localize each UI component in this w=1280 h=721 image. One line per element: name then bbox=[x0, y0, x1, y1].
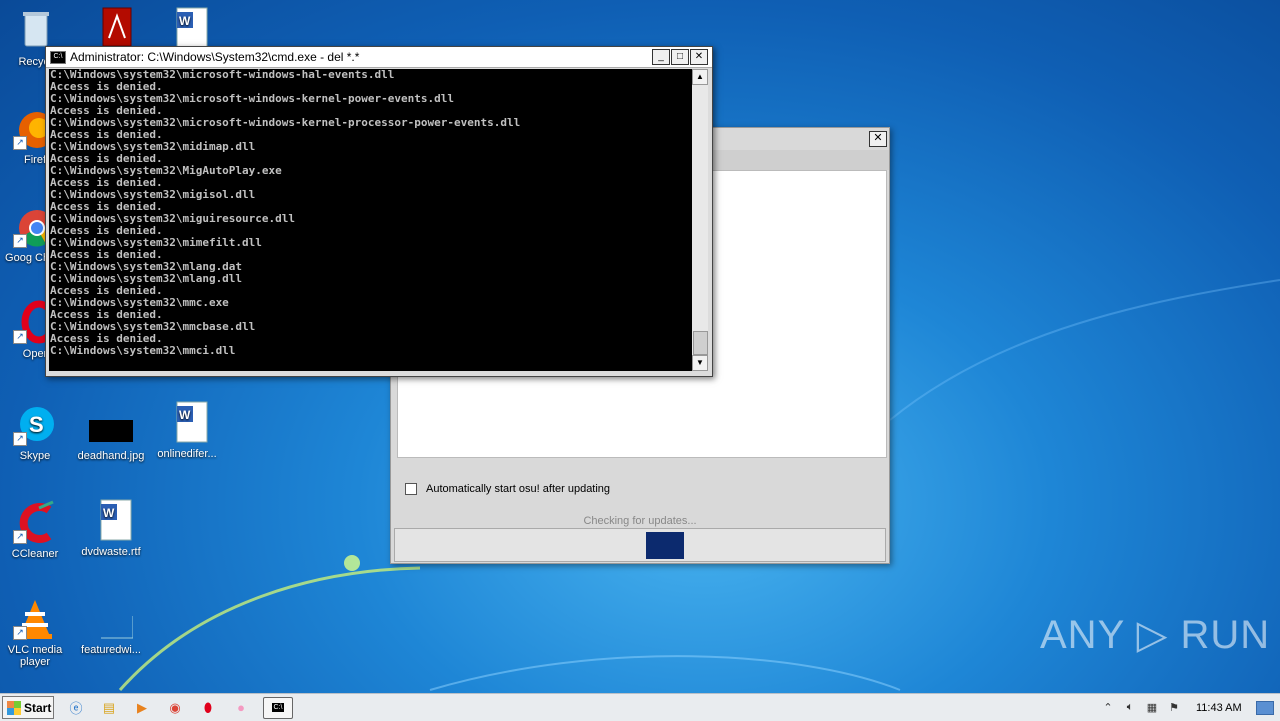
svg-text:W: W bbox=[179, 14, 191, 28]
start-button[interactable]: Start bbox=[2, 696, 54, 719]
svg-text:S: S bbox=[29, 412, 44, 437]
anyrun-watermark: ANY ▷ RUN bbox=[1040, 613, 1271, 657]
show-desktop-icon[interactable] bbox=[1256, 700, 1274, 715]
auto-start-option[interactable]: Automatically start osu! after updating bbox=[405, 483, 610, 495]
update-progress-bar bbox=[394, 528, 886, 562]
updater-close-button[interactable]: ✕ bbox=[869, 131, 887, 147]
taskbar-osu-icon[interactable]: ● bbox=[230, 698, 252, 718]
taskbar: Start ⓔ ▤ ▶ ◉ ⬮ ● C:\ ⌃ 🔈︎ ▦ ⚑ 11:43 AM bbox=[0, 693, 1280, 721]
desktop-icon-label: onlinedifer... bbox=[157, 448, 217, 460]
shortcut-arrow-icon: ↗ bbox=[13, 530, 27, 544]
desktop-icon-featuredwi[interactable]: featuredwi... bbox=[76, 596, 146, 656]
cmd-icon: C:\ bbox=[50, 50, 66, 64]
image-file-icon bbox=[89, 402, 133, 446]
action-center-flag-icon[interactable]: ⚑ bbox=[1166, 701, 1182, 714]
scroll-down-icon[interactable]: ▼ bbox=[692, 355, 708, 371]
desktop-icon-label: deadhand.jpg bbox=[77, 450, 145, 462]
taskbar-opera-icon[interactable]: ⬮ bbox=[197, 698, 219, 718]
desktop-icon-onlinedifer[interactable]: W onlinedifer... bbox=[152, 400, 222, 460]
skype-icon: S ↗ bbox=[13, 402, 57, 446]
svg-text:W: W bbox=[179, 408, 191, 422]
shortcut-arrow-icon: ↗ bbox=[13, 136, 27, 150]
desktop-icon-label: dvdwaste.rtf bbox=[81, 546, 141, 558]
update-status-text: Checking for updates... bbox=[583, 515, 697, 527]
console-scrollbar[interactable]: ▲ ▼ bbox=[692, 69, 708, 371]
system-tray: ⌃ 🔈︎ ▦ ⚑ 11:43 AM bbox=[1094, 694, 1280, 721]
word-document-icon: W bbox=[165, 6, 209, 50]
taskbar-media-player-icon[interactable]: ▶ bbox=[131, 698, 153, 718]
update-progress-fill bbox=[646, 532, 684, 559]
cmd-titlebar[interactable]: C:\ Administrator: C:\Windows\System32\c… bbox=[46, 47, 712, 68]
taskbar-chrome-icon[interactable]: ◉ bbox=[164, 698, 186, 718]
scroll-thumb[interactable] bbox=[693, 331, 708, 355]
desktop-icon-ccleaner[interactable]: ↗ CCleaner bbox=[0, 500, 70, 560]
file-icon bbox=[89, 596, 134, 640]
shortcut-arrow-icon: ↗ bbox=[13, 432, 27, 446]
console-text: C:\Windows\system32\microsoft-windows-ha… bbox=[50, 69, 521, 357]
auto-start-label: Automatically start osu! after updating bbox=[426, 483, 611, 495]
network-icon[interactable]: ▦ bbox=[1144, 701, 1160, 714]
desktop-icon-label: featuredwi... bbox=[81, 644, 141, 656]
cmd-title: Administrator: C:\Windows\System32\cmd.e… bbox=[70, 50, 360, 64]
word-document-icon: W bbox=[165, 400, 209, 444]
cmd-window[interactable]: C:\ Administrator: C:\Windows\System32\c… bbox=[45, 46, 713, 377]
console-output[interactable]: C:\Windows\system32\microsoft-windows-ha… bbox=[49, 69, 692, 371]
windows-flag-icon bbox=[7, 700, 21, 715]
taskbar-explorer-icon[interactable]: ▤ bbox=[98, 698, 120, 718]
shortcut-arrow-icon: ↗ bbox=[13, 626, 27, 640]
desktop-icon-label: VLC media player bbox=[7, 644, 63, 668]
shortcut-arrow-icon: ↗ bbox=[13, 234, 27, 248]
ccleaner-icon: ↗ bbox=[13, 500, 57, 544]
taskbar-ie-icon[interactable]: ⓔ bbox=[65, 698, 87, 718]
auto-start-checkbox[interactable] bbox=[405, 483, 417, 495]
tray-expand-icon[interactable]: ⌃ bbox=[1100, 701, 1116, 714]
volume-icon[interactable]: 🔈︎ bbox=[1122, 701, 1138, 714]
close-button[interactable]: ✕ bbox=[690, 49, 708, 65]
clock[interactable]: 11:43 AM bbox=[1196, 702, 1252, 714]
desktop-icon-dvdwaste[interactable]: W dvdwaste.rtf bbox=[76, 498, 146, 558]
start-label: Start bbox=[24, 700, 52, 715]
minimize-button[interactable]: _ bbox=[652, 49, 670, 65]
desktop-icon-deadhand[interactable]: deadhand.jpg bbox=[76, 402, 146, 462]
maximize-button[interactable]: □ bbox=[671, 49, 689, 65]
svg-text:W: W bbox=[103, 506, 115, 520]
shortcut-arrow-icon: ↗ bbox=[13, 330, 27, 344]
word-document-icon: W bbox=[89, 498, 133, 542]
desktop-icon-label: Skype bbox=[19, 450, 51, 462]
vlc-icon: ↗ bbox=[13, 596, 57, 640]
acrobat-icon bbox=[89, 6, 133, 50]
taskbar-cmd-icon[interactable]: C:\ bbox=[263, 696, 293, 719]
scroll-up-icon[interactable]: ▲ bbox=[692, 69, 708, 85]
desktop-icon-label: CCleaner bbox=[11, 548, 59, 560]
desktop-icon-vlc[interactable]: ↗ VLC media player bbox=[0, 596, 70, 668]
desktop-icon-skype[interactable]: S ↗ Skype bbox=[0, 402, 70, 462]
